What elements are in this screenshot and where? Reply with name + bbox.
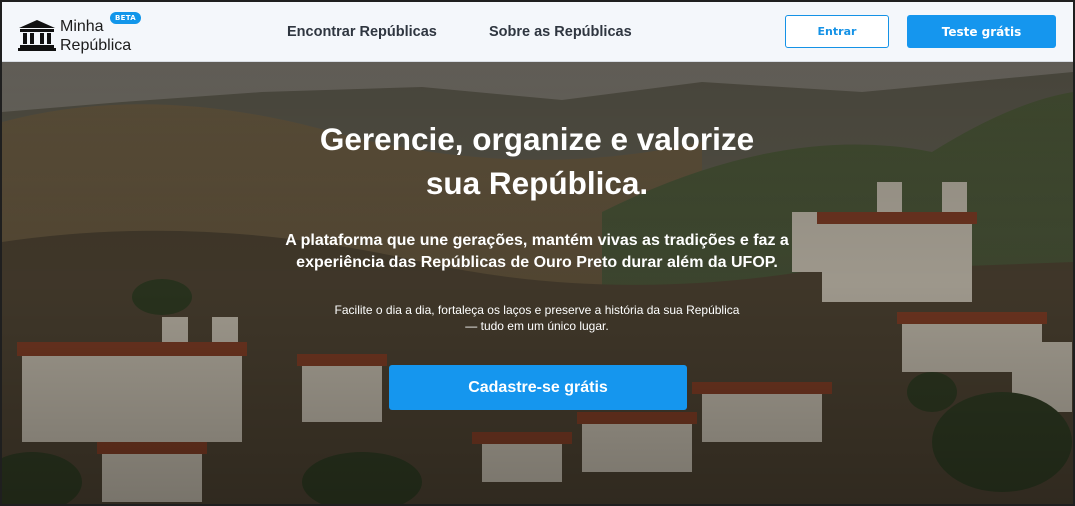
hero-description-line1: Facilite o dia a dia, fortaleça os laços… (334, 303, 740, 317)
hero-subtitle-line1: A plataforma que une gerações, mantém vi… (285, 232, 789, 249)
signup-free-button[interactable]: Cadastre-se grátis (389, 365, 687, 410)
free-trial-button[interactable]: Teste grátis (907, 15, 1056, 48)
login-button[interactable]: Entrar (785, 15, 889, 48)
hero-section: Gerencie, organize e valorize sua Repúbl… (2, 62, 1073, 504)
hero-subtitle: A plataforma que une gerações, mantém vi… (237, 230, 837, 274)
logo[interactable]: Minha República BETA (18, 11, 148, 55)
institution-building-icon (18, 20, 56, 51)
beta-badge: BETA (110, 12, 141, 24)
hero-title-line2: sua República. (425, 165, 649, 201)
hero-title: Gerencie, organize e valorize sua Repúbl… (187, 117, 887, 205)
logo-line2: República (60, 37, 132, 54)
hero-description-line2: — tudo em um único lugar. (465, 319, 609, 333)
top-navbar: Minha República BETA Encontrar República… (2, 2, 1073, 62)
hero-subtitle-line2: experiência das Repúblicas de Ouro Preto… (296, 254, 778, 271)
nav-about-republicas[interactable]: Sobre as Repúblicas (489, 24, 632, 40)
hero-description: Facilite o dia a dia, fortaleça os laços… (287, 302, 787, 334)
nav-find-republicas[interactable]: Encontrar Repúblicas (287, 24, 437, 40)
hero-title-line1: Gerencie, organize e valorize (319, 121, 755, 157)
